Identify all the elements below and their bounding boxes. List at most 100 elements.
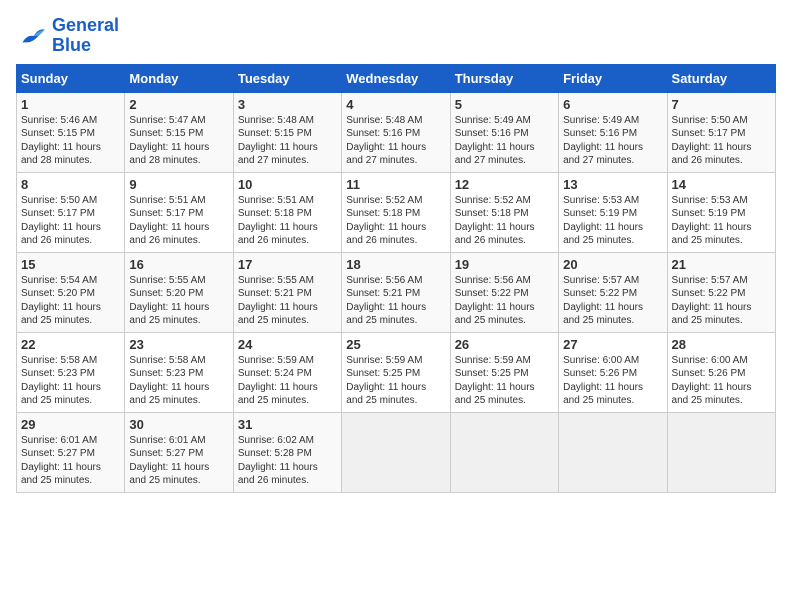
calendar-cell: 21 Sunrise: 5:57 AM Sunset: 5:22 PM Dayli… xyxy=(667,252,775,332)
day-number: 6 xyxy=(563,97,662,112)
calendar-cell: 19 Sunrise: 5:56 AM Sunset: 5:22 PM Dayli… xyxy=(450,252,558,332)
calendar-cell: 1 Sunrise: 5:46 AM Sunset: 5:15 PM Daylig… xyxy=(17,92,125,172)
calendar-cell: 3 Sunrise: 5:48 AM Sunset: 5:15 PM Daylig… xyxy=(233,92,341,172)
calendar-cell: 15Sunrise: 5:54 AM Sunset: 5:20 PM Dayli… xyxy=(17,252,125,332)
day-number: 31 xyxy=(238,417,337,432)
day-number: 24 xyxy=(238,337,337,352)
calendar-cell: 8 Sunrise: 5:50 AM Sunset: 5:17 PM Daylig… xyxy=(17,172,125,252)
day-number: 29 xyxy=(21,417,120,432)
day-info: Sunrise: 5:50 AM Sunset: 5:17 PM Dayligh… xyxy=(672,114,771,168)
day-number: 7 xyxy=(672,97,771,112)
calendar-cell: 31 Sunrise: 6:02 AM Sunset: 5:28 PM Dayli… xyxy=(233,412,341,492)
header-thursday: Thursday xyxy=(450,64,558,92)
day-info: Sunrise: 5:56 AM Sunset: 5:21 PM Dayligh… xyxy=(346,274,445,328)
calendar-cell: 24 Sunrise: 5:59 AM Sunset: 5:24 PM Dayli… xyxy=(233,332,341,412)
calendar-cell: 25Sunrise: 5:59 AM Sunset: 5:25 PM Dayli… xyxy=(342,332,450,412)
day-info: Sunrise: 5:57 AM Sunset: 5:22 PM Dayligh… xyxy=(672,274,771,328)
day-info: Sunrise: 5:59 AM Sunset: 5:24 PM Dayligh… xyxy=(238,354,337,408)
calendar-cell: 12 Sunrise: 5:52 AM Sunset: 5:18 PM Dayli… xyxy=(450,172,558,252)
day-number: 27 xyxy=(563,337,662,352)
calendar-cell: 14 Sunrise: 5:53 AM Sunset: 5:19 PM Dayli… xyxy=(667,172,775,252)
day-number: 17 xyxy=(238,257,337,272)
day-info: Sunrise: 5:49 AM Sunset: 5:16 PM Dayligh… xyxy=(455,114,554,168)
calendar-cell: 18 Sunrise: 5:56 AM Sunset: 5:21 PM Dayli… xyxy=(342,252,450,332)
calendar-cell: 22Sunrise: 5:58 AM Sunset: 5:23 PM Dayli… xyxy=(17,332,125,412)
header-sunday: Sunday xyxy=(17,64,125,92)
day-number: 28 xyxy=(672,337,771,352)
calendar-table: SundayMondayTuesdayWednesdayThursdayFrid… xyxy=(16,64,776,493)
day-info: Sunrise: 5:46 AM Sunset: 5:15 PM Dayligh… xyxy=(21,114,120,168)
calendar-cell: 9Sunrise: 5:51 AM Sunset: 5:17 PM Daylig… xyxy=(125,172,233,252)
calendar-cell xyxy=(559,412,667,492)
day-info: Sunrise: 5:51 AM Sunset: 5:17 PM Dayligh… xyxy=(129,194,228,248)
day-number: 20 xyxy=(563,257,662,272)
calendar-cell: 10 Sunrise: 5:51 AM Sunset: 5:18 PM Dayli… xyxy=(233,172,341,252)
day-info: Sunrise: 5:56 AM Sunset: 5:22 PM Dayligh… xyxy=(455,274,554,328)
day-info: Sunrise: 6:00 AM Sunset: 5:26 PM Dayligh… xyxy=(563,354,662,408)
calendar-cell: 13 Sunrise: 5:53 AM Sunset: 5:19 PM Dayli… xyxy=(559,172,667,252)
header-friday: Friday xyxy=(559,64,667,92)
day-info: Sunrise: 5:58 AM Sunset: 5:23 PM Dayligh… xyxy=(129,354,228,408)
day-number: 12 xyxy=(455,177,554,192)
calendar-header: SundayMondayTuesdayWednesdayThursdayFrid… xyxy=(17,64,776,92)
day-number: 13 xyxy=(563,177,662,192)
calendar-cell: 5 Sunrise: 5:49 AM Sunset: 5:16 PM Daylig… xyxy=(450,92,558,172)
day-number: 21 xyxy=(672,257,771,272)
day-number: 19 xyxy=(455,257,554,272)
calendar-cell xyxy=(342,412,450,492)
day-info: Sunrise: 5:55 AM Sunset: 5:20 PM Dayligh… xyxy=(129,274,228,328)
day-info: Sunrise: 5:51 AM Sunset: 5:18 PM Dayligh… xyxy=(238,194,337,248)
day-number: 4 xyxy=(346,97,445,112)
day-number: 10 xyxy=(238,177,337,192)
calendar-cell: 27 Sunrise: 6:00 AM Sunset: 5:26 PM Dayli… xyxy=(559,332,667,412)
day-info: Sunrise: 5:52 AM Sunset: 5:18 PM Dayligh… xyxy=(455,194,554,248)
day-info: Sunrise: 5:59 AM Sunset: 5:25 PM Dayligh… xyxy=(346,354,445,408)
day-info: Sunrise: 5:55 AM Sunset: 5:21 PM Dayligh… xyxy=(238,274,337,328)
day-info: Sunrise: 5:52 AM Sunset: 5:18 PM Dayligh… xyxy=(346,194,445,248)
header-saturday: Saturday xyxy=(667,64,775,92)
calendar-cell xyxy=(450,412,558,492)
day-info: Sunrise: 5:59 AM Sunset: 5:25 PM Dayligh… xyxy=(455,354,554,408)
calendar-cell: 29Sunrise: 6:01 AM Sunset: 5:27 PM Dayli… xyxy=(17,412,125,492)
day-number: 5 xyxy=(455,97,554,112)
day-number: 8 xyxy=(21,177,120,192)
day-info: Sunrise: 6:00 AM Sunset: 5:26 PM Dayligh… xyxy=(672,354,771,408)
day-number: 16 xyxy=(129,257,228,272)
calendar-week-2: 8 Sunrise: 5:50 AM Sunset: 5:17 PM Daylig… xyxy=(17,172,776,252)
calendar-week-4: 22 Sunrise: 5:58 AM Sunset: 5:23 PM Dayli… xyxy=(17,332,776,412)
calendar-week-3: 15Sunrise: 5:54 AM Sunset: 5:20 PM Dayli… xyxy=(17,252,776,332)
calendar-cell: 23 Sunrise: 5:58 AM Sunset: 5:23 PM Dayli… xyxy=(125,332,233,412)
day-number: 30 xyxy=(129,417,228,432)
header-tuesday: Tuesday xyxy=(233,64,341,92)
header-wednesday: Wednesday xyxy=(342,64,450,92)
calendar-cell: 16 Sunrise: 5:55 AM Sunset: 5:20 PM Dayli… xyxy=(125,252,233,332)
day-number: 1 xyxy=(21,97,120,112)
day-number: 23 xyxy=(129,337,228,352)
day-number: 26 xyxy=(455,337,554,352)
day-info: Sunrise: 5:47 AM Sunset: 5:15 PM Dayligh… xyxy=(129,114,228,168)
calendar-cell xyxy=(667,412,775,492)
day-info: Sunrise: 5:57 AM Sunset: 5:22 PM Dayligh… xyxy=(563,274,662,328)
calendar-cell: 26 Sunrise: 5:59 AM Sunset: 5:25 PM Dayli… xyxy=(450,332,558,412)
day-info: Sunrise: 6:02 AM Sunset: 5:28 PM Dayligh… xyxy=(238,434,337,488)
day-info: Sunrise: 5:48 AM Sunset: 5:15 PM Dayligh… xyxy=(238,114,337,168)
calendar-cell: 4Sunrise: 5:48 AM Sunset: 5:16 PM Daylig… xyxy=(342,92,450,172)
day-info: Sunrise: 5:53 AM Sunset: 5:19 PM Dayligh… xyxy=(563,194,662,248)
calendar-cell: 11 Sunrise: 5:52 AM Sunset: 5:18 PM Dayli… xyxy=(342,172,450,252)
day-number: 14 xyxy=(672,177,771,192)
day-number: 18 xyxy=(346,257,445,272)
calendar-cell: 28 Sunrise: 6:00 AM Sunset: 5:26 PM Dayli… xyxy=(667,332,775,412)
day-info: Sunrise: 5:53 AM Sunset: 5:19 PM Dayligh… xyxy=(672,194,771,248)
logo-text2: Blue xyxy=(52,36,119,56)
calendar-cell: 20 Sunrise: 5:57 AM Sunset: 5:22 PM Dayli… xyxy=(559,252,667,332)
calendar-cell: 2Sunrise: 5:47 AM Sunset: 5:15 PM Daylig… xyxy=(125,92,233,172)
calendar-cell: 7 Sunrise: 5:50 AM Sunset: 5:17 PM Daylig… xyxy=(667,92,775,172)
day-number: 11 xyxy=(346,177,445,192)
calendar-week-1: 1 Sunrise: 5:46 AM Sunset: 5:15 PM Daylig… xyxy=(17,92,776,172)
calendar-body: 1 Sunrise: 5:46 AM Sunset: 5:15 PM Daylig… xyxy=(17,92,776,492)
calendar-week-5: 29Sunrise: 6:01 AM Sunset: 5:27 PM Dayli… xyxy=(17,412,776,492)
day-number: 22 xyxy=(21,337,120,352)
day-number: 3 xyxy=(238,97,337,112)
day-info: Sunrise: 5:50 AM Sunset: 5:17 PM Dayligh… xyxy=(21,194,120,248)
day-info: Sunrise: 5:49 AM Sunset: 5:16 PM Dayligh… xyxy=(563,114,662,168)
